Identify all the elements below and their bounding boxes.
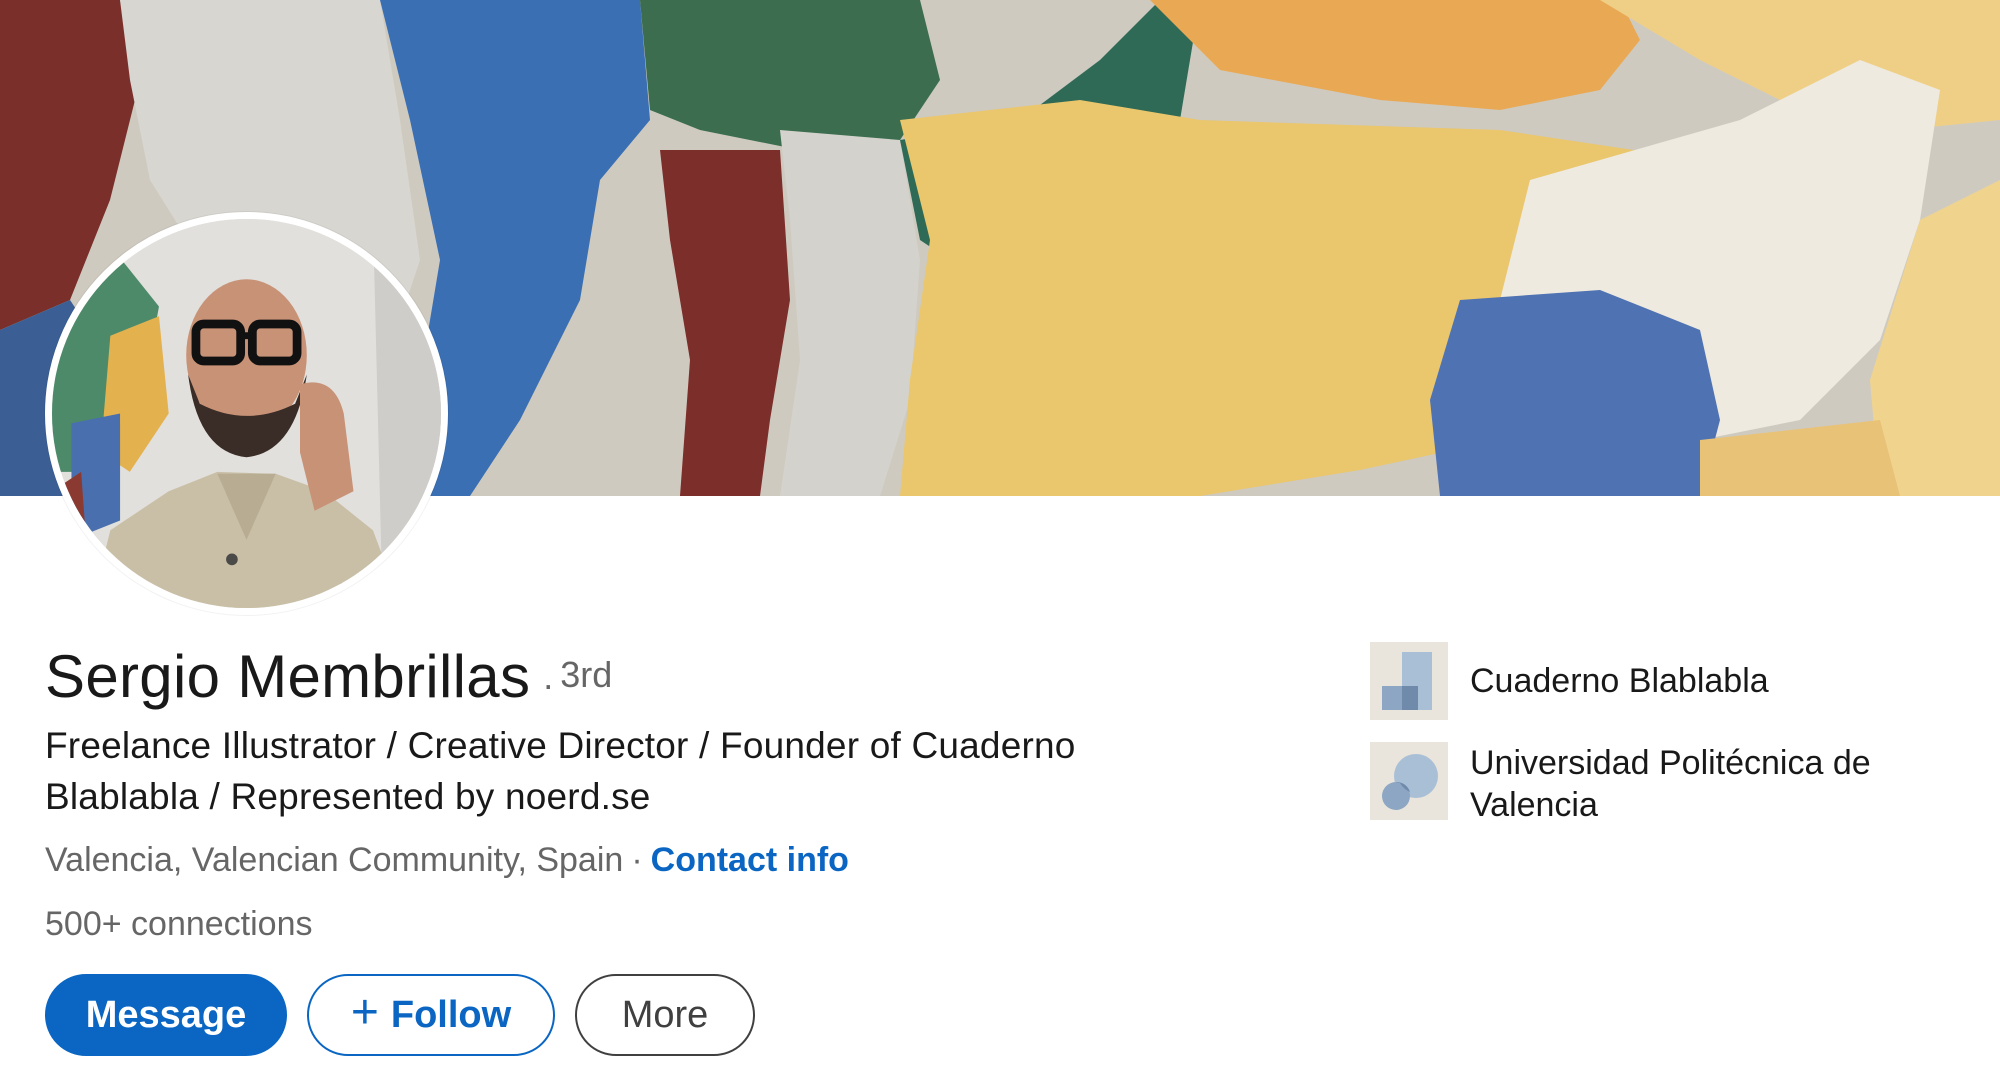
company-logo-icon [1370,642,1448,720]
company-name: Cuaderno Blablabla [1470,662,1769,700]
education-school-link[interactable]: Universidad Politécnica de Valencia [1370,742,1990,826]
profile-actions: Message + Follow More [45,974,755,1056]
connection-degree-badge: 3rd [560,654,613,695]
plus-icon: + [350,986,379,1039]
location-separator: · [631,841,643,879]
follow-button-label: Follow [390,993,512,1036]
current-company-link[interactable]: Cuaderno Blablabla [1370,642,1990,720]
message-button-label: Message [85,993,247,1036]
name-row: Sergio Membrillas · 3rd [45,642,612,711]
school-name: Universidad Politécnica de Valencia [1470,744,1871,824]
message-button[interactable]: Message [45,974,287,1056]
follow-button[interactable]: + Follow [307,974,555,1056]
connections-count: 500+ connections [45,905,313,943]
more-button[interactable]: More [575,974,755,1056]
profile-name: Sergio Membrillas [45,643,531,710]
profile-location: Valencia, Valencian Community, Spain [45,841,624,879]
contact-info-link[interactable]: Contact info [651,841,849,879]
more-button-label: More [621,993,709,1036]
profile-photo-avatar[interactable] [45,212,448,615]
location-row: Valencia, Valencian Community, Spain · Con… [45,836,849,884]
profile-card: Sergio Membrillas · 3rd Freelance Illust… [0,0,2000,1078]
person-photo-icon [52,219,441,608]
degree-separator: · [542,664,555,705]
profile-headline: Freelance Illustrator / Creative Directo… [45,725,1076,817]
school-logo-icon [1370,742,1448,820]
